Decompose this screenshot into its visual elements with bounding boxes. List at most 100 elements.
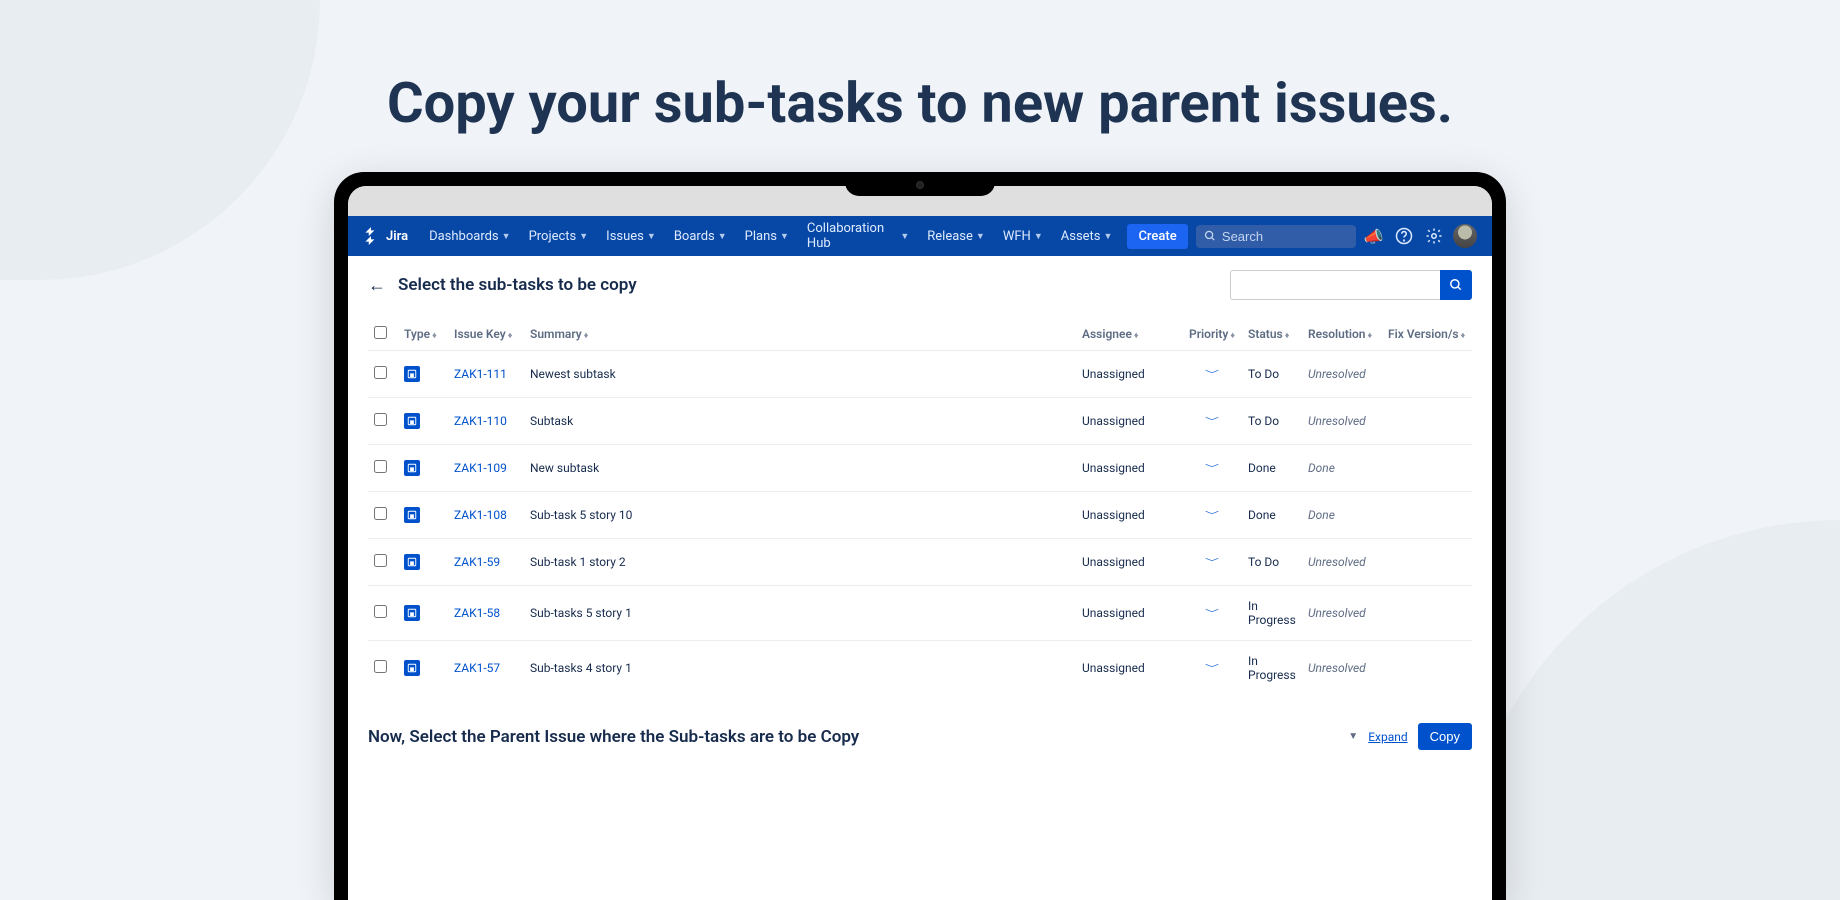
col-fix-version[interactable]: Fix Version/s♦: [1382, 318, 1472, 351]
expand-link[interactable]: Expand: [1368, 730, 1407, 744]
nav-collab-hub[interactable]: Collaboration Hub▼: [800, 216, 916, 256]
help-icon[interactable]: [1391, 221, 1417, 251]
col-issue-key[interactable]: Issue Key♦: [448, 318, 524, 351]
assignee-text: Unassigned: [1082, 661, 1145, 675]
table-row: ZAK1-57 Sub-tasks 4 story 1 Unassigned ﹀ In …: [368, 641, 1472, 696]
create-button[interactable]: Create: [1127, 224, 1187, 249]
nav-label: Boards: [674, 229, 715, 244]
nav-search[interactable]: [1196, 225, 1357, 248]
issue-key-link[interactable]: ZAK1-110: [454, 414, 507, 428]
nav-projects[interactable]: Projects▼: [522, 224, 596, 249]
search-icon: [1204, 229, 1216, 243]
summary-text: Subtask: [530, 414, 573, 428]
priority-low-icon: ﹀: [1205, 509, 1219, 521]
page-search-input[interactable]: [1230, 270, 1440, 300]
row-checkbox[interactable]: [374, 413, 387, 426]
chevron-down-icon: ▼: [647, 231, 656, 242]
nav-issues[interactable]: Issues▼: [599, 224, 663, 249]
status-text: Done: [1248, 508, 1276, 522]
priority-low-icon: ﹀: [1205, 462, 1219, 474]
summary-text: Sub-tasks 5 story 1: [530, 606, 632, 620]
subtask-type-icon: [404, 605, 420, 621]
status-text: In Progress: [1248, 599, 1296, 627]
megaphone-icon[interactable]: 📣: [1360, 221, 1386, 251]
row-checkbox[interactable]: [374, 605, 387, 618]
back-arrow-icon[interactable]: ←: [368, 275, 386, 296]
copy-button[interactable]: Copy: [1418, 723, 1472, 750]
col-resolution[interactable]: Resolution♦: [1302, 318, 1382, 351]
row-checkbox[interactable]: [374, 554, 387, 567]
status-text: To Do: [1248, 367, 1279, 381]
priority-low-icon: ﹀: [1205, 662, 1219, 674]
summary-text: Sub-tasks 4 story 1: [530, 661, 632, 675]
chevron-down-icon: ▼: [579, 231, 588, 242]
assignee-text: Unassigned: [1082, 461, 1145, 475]
row-checkbox[interactable]: [374, 460, 387, 473]
issue-key-link[interactable]: ZAK1-109: [454, 461, 507, 475]
nav-boards[interactable]: Boards▼: [667, 224, 734, 249]
subtask-table: Type♦ Issue Key♦ Summary♦ Assignee♦ Prio…: [368, 318, 1472, 695]
status-text: In Progress: [1248, 654, 1296, 682]
subtask-type-icon: [404, 366, 420, 382]
table-row: ZAK1-58Sub-tasks 5 story 1Unassigned﹀In …: [368, 586, 1472, 641]
col-priority[interactable]: Priority♦: [1182, 318, 1242, 351]
nav-label: WFH: [1003, 229, 1031, 244]
chevron-down-icon: ▼: [976, 231, 985, 242]
subtask-type-icon: [404, 460, 420, 476]
page-body: ← Select the sub-tasks to be copy Type♦ …: [348, 256, 1492, 764]
assignee-text: Unassigned: [1082, 414, 1145, 428]
page-header: ← Select the sub-tasks to be copy: [368, 270, 1472, 300]
nav-label: Assets: [1061, 229, 1101, 244]
app: Jira Dashboards▼ Projects▼ Issues▼ Board…: [348, 216, 1492, 900]
subtask-type-icon: [404, 554, 420, 570]
table-row: ZAK1-109New subtaskUnassigned﹀DoneDone: [368, 445, 1472, 492]
issue-key-link[interactable]: ZAK1-58: [454, 606, 500, 620]
avatar[interactable]: [1452, 221, 1478, 251]
row-checkbox[interactable]: [374, 507, 387, 520]
top-nav: Jira Dashboards▼ Projects▼ Issues▼ Board…: [348, 216, 1492, 256]
nav-plans[interactable]: Plans▼: [738, 224, 796, 249]
table-row: ZAK1-111Newest subtaskUnassigned﹀To DoUn…: [368, 351, 1472, 398]
chevron-down-icon: ▼: [1034, 231, 1043, 242]
priority-low-icon: ﹀: [1205, 415, 1219, 427]
table-row: ZAK1-59Sub-task 1 story 2Unassigned﹀To D…: [368, 539, 1472, 586]
col-assignee[interactable]: Assignee♦: [1076, 318, 1182, 351]
nav-assets[interactable]: Assets▼: [1054, 224, 1120, 249]
col-summary[interactable]: Summary♦: [524, 318, 1076, 351]
summary-text: Newest subtask: [530, 367, 616, 381]
resolution-text: Unresolved: [1308, 661, 1366, 675]
resolution-text: Done: [1308, 461, 1335, 475]
row-checkbox[interactable]: [374, 366, 387, 379]
tablet-frame: Jira Dashboards▼ Projects▼ Issues▼ Board…: [334, 172, 1506, 900]
status-text: Done: [1248, 461, 1276, 475]
subtask-type-icon: [404, 507, 420, 523]
nav-wfh[interactable]: WFH▼: [996, 224, 1050, 249]
summary-text: Sub-task 5 story 10: [530, 508, 632, 522]
logo[interactable]: Jira: [362, 227, 408, 245]
col-type[interactable]: Type♦: [398, 318, 448, 351]
subtask-type-icon: [404, 660, 420, 676]
issue-key-link[interactable]: ZAK1-59: [454, 555, 500, 569]
page-search-button[interactable]: [1440, 270, 1472, 300]
issue-key-link[interactable]: ZAK1-111: [454, 367, 507, 381]
priority-low-icon: ﹀: [1205, 607, 1219, 619]
nav-dashboards[interactable]: Dashboards▼: [422, 224, 518, 249]
issue-key-link[interactable]: ZAK1-108: [454, 508, 507, 522]
footer-row: Now, Select the Parent Issue where the S…: [368, 723, 1472, 750]
screen: Jira Dashboards▼ Projects▼ Issues▼ Board…: [348, 186, 1492, 900]
nav-search-input[interactable]: [1222, 229, 1348, 244]
col-status[interactable]: Status♦: [1242, 318, 1302, 351]
nav-release[interactable]: Release▼: [920, 224, 992, 249]
resolution-text: Unresolved: [1308, 367, 1366, 381]
nav-label: Dashboards: [429, 229, 499, 244]
footer-title: Now, Select the Parent Issue where the S…: [368, 727, 859, 747]
select-all-checkbox[interactable]: [374, 326, 387, 339]
issue-key-link[interactable]: ZAK1-57: [454, 661, 500, 675]
sort-icon: ♦: [1134, 331, 1139, 341]
chevron-down-icon[interactable]: ▼: [1348, 731, 1358, 742]
gear-icon[interactable]: [1421, 221, 1447, 251]
summary-text: Sub-task 1 story 2: [530, 555, 626, 569]
row-checkbox[interactable]: [374, 660, 387, 673]
page-title: Select the sub-tasks to be copy: [398, 275, 637, 295]
sort-icon: ♦: [432, 331, 437, 341]
